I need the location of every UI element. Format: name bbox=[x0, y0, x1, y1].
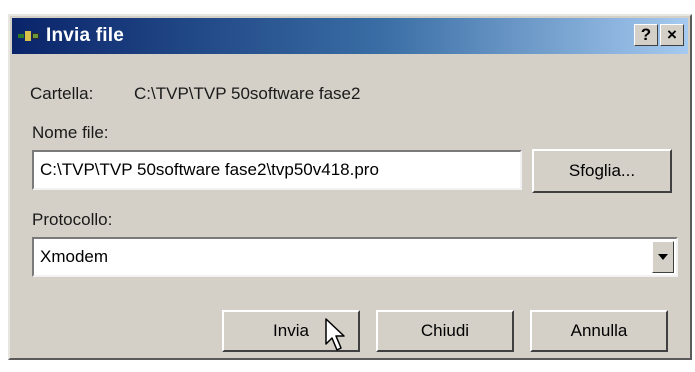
window-title: Invia file bbox=[46, 25, 125, 46]
protocol-label: Protocollo: bbox=[32, 210, 113, 229]
help-button[interactable]: ? bbox=[634, 24, 658, 46]
dropdown-button[interactable] bbox=[652, 241, 674, 273]
title-bar[interactable]: Invia file ? × bbox=[12, 18, 688, 54]
close-window-button[interactable]: × bbox=[660, 24, 684, 46]
chevron-down-icon bbox=[658, 254, 668, 260]
folder-label: Cartella: bbox=[30, 84, 94, 103]
protocol-selected-value: Xmodem bbox=[40, 247, 109, 266]
close-button[interactable]: Chiudi bbox=[376, 310, 514, 352]
folder-path: C:\TVP\TVP 50software fase2 bbox=[134, 84, 361, 103]
browse-button[interactable]: Sfoglia... bbox=[532, 149, 672, 193]
mouse-pointer-icon bbox=[325, 318, 345, 351]
file-name-input[interactable]: C:\TVP\TVP 50software fase2\tvp50v418.pr… bbox=[32, 150, 522, 190]
cancel-button[interactable]: Annulla bbox=[530, 310, 668, 352]
app-icon bbox=[18, 28, 40, 44]
send-file-dialog: Invia file ? × Cartella: C:\TVP\TVP 50so… bbox=[8, 14, 692, 360]
protocol-select[interactable]: Xmodem bbox=[32, 237, 678, 277]
file-name-label: Nome file: bbox=[32, 123, 109, 142]
